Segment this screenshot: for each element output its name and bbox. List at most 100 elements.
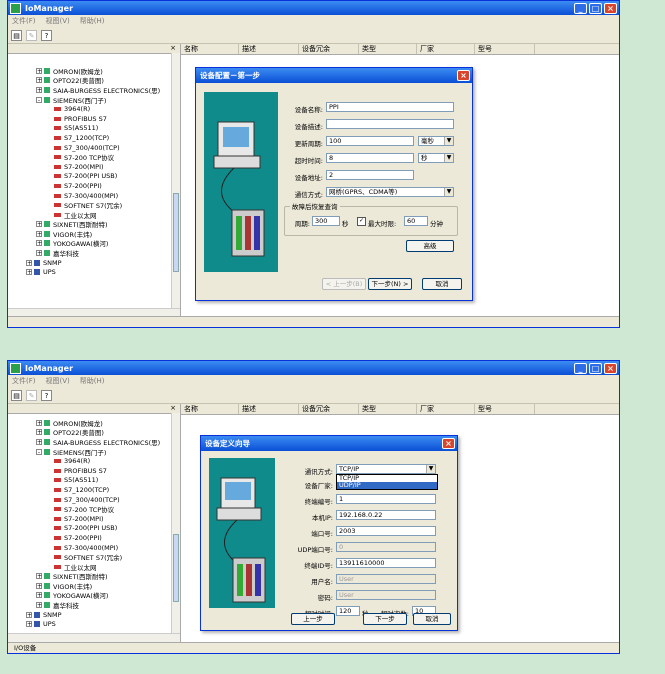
terminal-id-field[interactable]: 13911610000 bbox=[336, 558, 436, 568]
expand-icon[interactable]: + bbox=[36, 602, 42, 609]
tree-view-icon[interactable]: ▤ bbox=[11, 389, 22, 401]
tree-item[interactable]: - SIEMENS(西门子) bbox=[8, 447, 180, 457]
expand-icon[interactable]: + bbox=[36, 77, 42, 84]
tree-view-icon[interactable]: ▤ bbox=[11, 29, 22, 41]
udp-port-field[interactable]: 0 bbox=[336, 542, 436, 552]
menu-view[interactable]: 视图(V) bbox=[46, 376, 70, 386]
tree-item[interactable]: S7-200(PPI USB) bbox=[8, 524, 180, 534]
tree-item[interactable]: SOFTNET S7(冗余) bbox=[8, 200, 180, 210]
maximize-button[interactable]: □ bbox=[589, 2, 602, 14]
dialog-close-button[interactable]: × bbox=[442, 438, 455, 449]
tree-item[interactable]: SOFTNET S7(冗余) bbox=[8, 552, 180, 562]
port-field[interactable]: 2003 bbox=[336, 526, 436, 536]
close-button[interactable]: × bbox=[604, 362, 617, 374]
tree-item[interactable]: + OPTO22(奥普图) bbox=[8, 76, 180, 85]
timeout-field[interactable]: 8 bbox=[326, 153, 414, 163]
tree-item[interactable]: + YOKOGAWA(横河) bbox=[8, 591, 180, 600]
tree-item[interactable]: + SNMP bbox=[8, 610, 180, 620]
minimize-button[interactable]: _ bbox=[574, 2, 587, 14]
help-icon[interactable]: ? bbox=[41, 389, 52, 401]
tree-item[interactable]: 工业以太网 bbox=[8, 210, 180, 220]
tree-vscroll[interactable] bbox=[171, 53, 180, 308]
cancel-button[interactable]: 取消 bbox=[413, 613, 451, 625]
advanced-button[interactable]: 高级 bbox=[406, 240, 454, 252]
update-cycle-field[interactable]: 100 bbox=[326, 136, 414, 146]
tree-item[interactable]: + SAIA-BURGESS ELECTRONICS(思) bbox=[8, 437, 180, 447]
tree-item[interactable]: 3964(R) bbox=[8, 104, 180, 114]
tree-item[interactable]: + OMRON(欧姆龙) bbox=[8, 418, 180, 428]
expand-icon[interactable]: + bbox=[36, 419, 42, 426]
prev-button[interactable]: < 上一步(B) bbox=[322, 278, 366, 290]
maximize-button[interactable]: □ bbox=[589, 362, 602, 374]
minimize-button[interactable]: _ bbox=[574, 362, 587, 374]
tree-item[interactable]: S7-200 TCP协议 bbox=[8, 504, 180, 514]
comm-mode-select[interactable]: TCP/IP ▼ bbox=[336, 464, 436, 474]
period-field[interactable]: 300 bbox=[312, 216, 340, 226]
tree-item[interactable]: + OMRON(欧姆龙) bbox=[8, 66, 180, 76]
expand-icon[interactable]: + bbox=[36, 221, 42, 228]
tree-item[interactable]: + 嘉华科技 bbox=[8, 248, 180, 258]
edit-icon[interactable]: ✎ bbox=[26, 389, 37, 401]
col-vendor[interactable]: 厂家 bbox=[417, 44, 475, 54]
col-desc[interactable]: 描述 bbox=[239, 44, 299, 54]
prev-button[interactable]: 上一步 bbox=[291, 613, 335, 625]
tree-item[interactable]: S7-200(MPI) bbox=[8, 514, 180, 524]
expand-icon[interactable]: + bbox=[26, 269, 32, 276]
col-name[interactable]: 名称 bbox=[181, 404, 239, 414]
close-button[interactable]: × bbox=[604, 2, 617, 14]
col-name[interactable]: 名称 bbox=[181, 44, 239, 54]
edit-icon[interactable]: ✎ bbox=[26, 29, 37, 41]
col-model[interactable]: 型号 bbox=[475, 44, 535, 54]
timeout-field[interactable]: 120 bbox=[336, 606, 360, 616]
max-time-field[interactable]: 60 bbox=[404, 216, 428, 226]
terminal-no-field[interactable]: 1 bbox=[336, 494, 436, 504]
expand-icon[interactable]: + bbox=[26, 259, 32, 266]
tree-item[interactable]: S7-300/400(MPI) bbox=[8, 191, 180, 201]
next-button[interactable]: 下一步(N) > bbox=[368, 278, 412, 290]
pane-close-icon[interactable]: × bbox=[170, 404, 176, 412]
tree-item[interactable]: S5(AS511) bbox=[8, 476, 180, 486]
device-name-field[interactable]: PPI bbox=[326, 102, 454, 112]
expand-icon[interactable]: + bbox=[26, 621, 32, 628]
tree-item[interactable]: 3964(R) bbox=[8, 456, 180, 466]
dialog-close-button[interactable]: × bbox=[457, 70, 470, 81]
tree-item[interactable]: S7-200(PPI) bbox=[8, 181, 180, 191]
col-vendor[interactable]: 厂家 bbox=[417, 404, 475, 414]
pane-close-icon[interactable]: × bbox=[170, 44, 176, 52]
menu-help[interactable]: 帮助(H) bbox=[80, 376, 105, 386]
tree-item[interactable]: S7-300/400(MPI) bbox=[8, 543, 180, 553]
col-type[interactable]: 类型 bbox=[359, 44, 417, 54]
device-desc-field[interactable] bbox=[326, 119, 454, 129]
cancel-button[interactable]: 取消 bbox=[422, 278, 462, 290]
tree-item[interactable]: S7_300/400(TCP) bbox=[8, 495, 180, 505]
tree-item[interactable]: + UPS bbox=[8, 267, 180, 277]
local-ip-field[interactable]: 192.168.0.22 bbox=[336, 510, 436, 520]
menu-file[interactable]: 文件(F) bbox=[12, 16, 36, 26]
tree-item[interactable]: S7-200(MPI) bbox=[8, 162, 180, 172]
col-type[interactable]: 类型 bbox=[359, 404, 417, 414]
tree-item[interactable]: S7_300/400(TCP) bbox=[8, 143, 180, 153]
expand-icon[interactable]: + bbox=[36, 438, 42, 445]
expand-icon[interactable]: + bbox=[26, 611, 32, 618]
timeout-unit-select[interactable]: 秒 ▼ bbox=[418, 153, 454, 163]
tree-item[interactable]: - SIEMENS(西门子) bbox=[8, 95, 180, 105]
expand-icon[interactable]: + bbox=[36, 250, 42, 257]
tree-item[interactable]: + UPS bbox=[8, 619, 180, 629]
help-icon[interactable]: ? bbox=[41, 29, 52, 41]
device-addr-field[interactable]: 2 bbox=[326, 170, 414, 180]
tree-vscroll[interactable] bbox=[171, 413, 180, 633]
tree-item[interactable]: + OPTO22(奥普图) bbox=[8, 428, 180, 437]
check-icon[interactable]: ✓ bbox=[357, 217, 366, 226]
tree-item[interactable]: S7_1200(TCP) bbox=[8, 133, 180, 143]
next-button[interactable]: 下一步 bbox=[363, 613, 407, 625]
col-model[interactable]: 型号 bbox=[475, 404, 535, 414]
password-field[interactable]: User bbox=[336, 590, 436, 600]
expand-icon[interactable]: + bbox=[36, 67, 42, 74]
menu-help[interactable]: 帮助(H) bbox=[80, 16, 105, 26]
col-desc[interactable]: 描述 bbox=[239, 404, 299, 414]
username-field[interactable]: User bbox=[336, 574, 436, 584]
expand-icon[interactable]: + bbox=[36, 240, 42, 247]
expand-icon[interactable]: + bbox=[36, 592, 42, 599]
tree-item[interactable]: + 嘉华科技 bbox=[8, 600, 180, 610]
collapse-icon[interactable]: - bbox=[36, 448, 42, 455]
